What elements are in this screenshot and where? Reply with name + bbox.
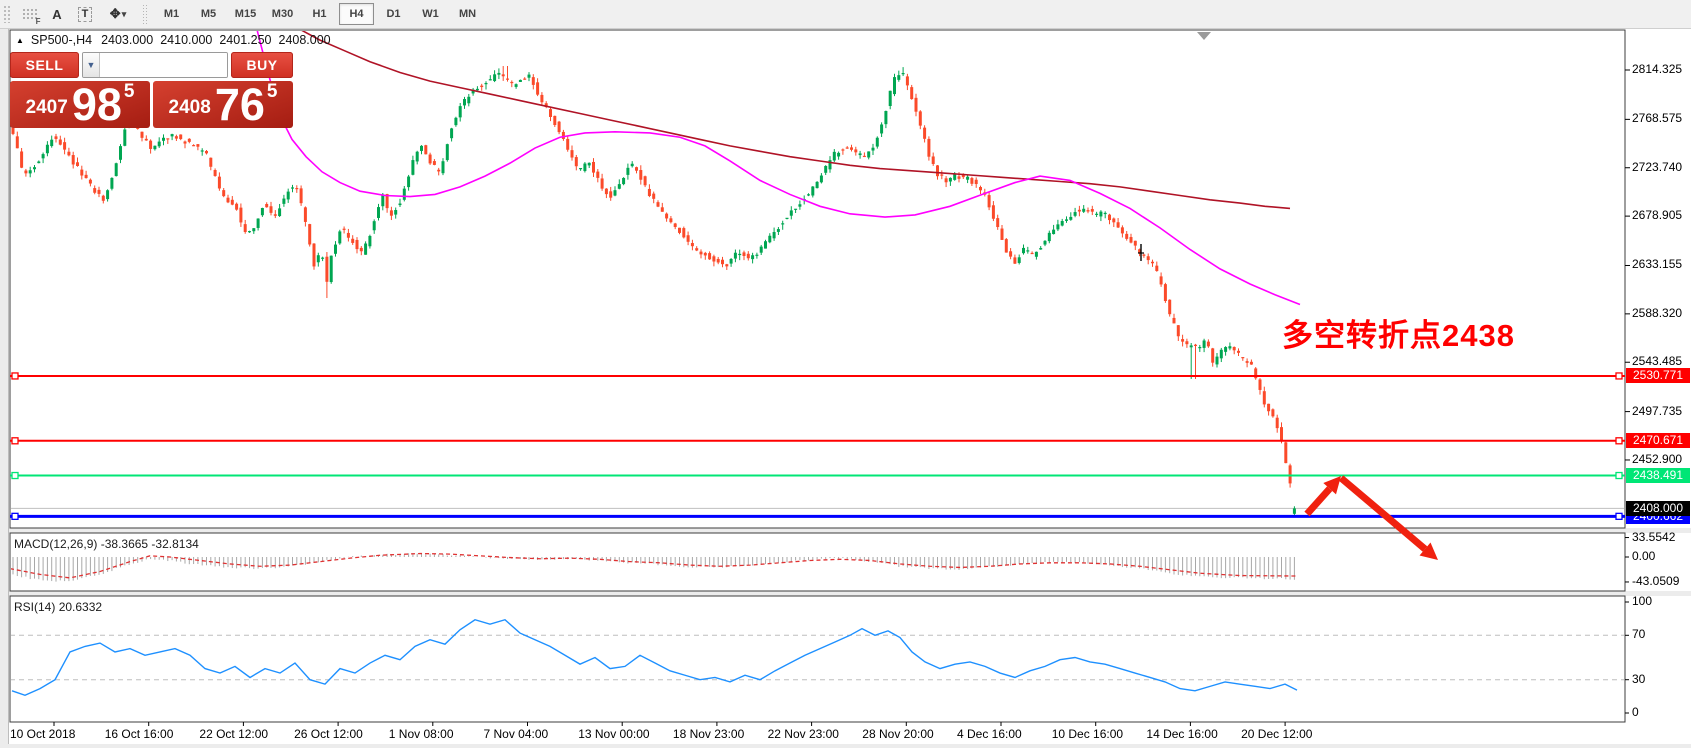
x-axis-label: 10 Dec 16:00: [1052, 727, 1123, 741]
collapse-icon[interactable]: ▲: [16, 36, 24, 45]
x-axis-label: 28 Nov 20:00: [862, 727, 933, 741]
timeframe-group: M1M5M15M30H1H4D1W1MN: [153, 3, 486, 25]
x-axis-label: 22 Oct 12:00: [199, 727, 268, 741]
sell-price-quote[interactable]: 2407 98 5: [10, 81, 150, 128]
sell-price-pips: 98: [72, 85, 122, 125]
y-axis-label: 2768.575: [1632, 111, 1682, 125]
rsi-axis-label: 100: [1632, 594, 1652, 608]
tf-button-H1[interactable]: H1: [302, 3, 337, 25]
text-tool-icon[interactable]: T: [71, 2, 99, 26]
rsi-axis-label: 70: [1632, 627, 1645, 641]
x-axis-label: 4 Dec 16:00: [957, 727, 1022, 741]
letter-a-icon: A: [52, 7, 61, 22]
toolbar-separator: [142, 4, 148, 24]
y-axis-label: 2588.320: [1632, 306, 1682, 320]
rsi-header: RSI(14) 20.6332: [14, 600, 102, 614]
symbol-period-label: SP500-,H4: [31, 33, 92, 47]
rsi-axis-label: 30: [1632, 672, 1645, 686]
x-axis-label: 22 Nov 23:00: [768, 727, 839, 741]
low-value: 2401.250: [219, 33, 271, 47]
macd-axis-label: 33.5542: [1632, 530, 1675, 544]
chart-pane: [10, 533, 1625, 591]
y-axis-label: 2543.485: [1632, 354, 1682, 368]
turning-point-annotation: 多空转折点2438: [1282, 310, 1515, 355]
macd-axis-label: 0.00: [1632, 549, 1655, 563]
macd-label: MACD(12,26,9): [14, 537, 97, 551]
x-axis-label: 10 Oct 2018: [10, 727, 75, 741]
buy-price-quote[interactable]: 2408 76 5: [153, 81, 293, 128]
x-axis-label: 14 Dec 16:00: [1146, 727, 1217, 741]
sell-price-pipette: 5: [124, 81, 135, 103]
high-value: 2410.000: [160, 33, 212, 47]
sell-button[interactable]: SELL: [10, 52, 79, 78]
x-axis-label: 16 Oct 16:00: [105, 727, 174, 741]
buy-button[interactable]: BUY: [231, 52, 293, 78]
letter-a-icon[interactable]: A: [43, 2, 71, 26]
tf-button-M1[interactable]: M1: [154, 3, 189, 25]
volume-decrease-button[interactable]: ▼: [83, 53, 100, 77]
x-axis-label: 18 Nov 23:00: [673, 727, 744, 741]
price-level-badge: 2530.771: [1626, 368, 1690, 383]
close-value: 2408.000: [279, 33, 331, 47]
arrow-tools-icon[interactable]: ✥ ▾: [99, 2, 137, 26]
current-price-badge: 2408.000: [1626, 501, 1690, 516]
window-left-edge: [0, 28, 9, 748]
macd-axis-label: -43.0509: [1632, 574, 1679, 588]
open-value: 2403.000: [101, 33, 153, 47]
x-axis-label: 26 Oct 12:00: [294, 727, 363, 741]
y-axis-label: 2452.900: [1632, 452, 1682, 466]
mt4-terminal: F A T ✥ ▾ M1M5M15M30H1H4D1W1MN ▲ SP500-,…: [0, 0, 1691, 748]
x-axis-label: 20 Dec 12:00: [1241, 727, 1312, 741]
rsi-value: 20.6332: [59, 600, 102, 614]
tf-button-M15[interactable]: M15: [228, 3, 263, 25]
tf-button-D1[interactable]: D1: [376, 3, 411, 25]
tf-button-M30[interactable]: M30: [265, 3, 300, 25]
buy-price-pipette: 5: [267, 81, 278, 103]
price-level-badge: 2470.671: [1626, 433, 1690, 448]
rsi-axis-label: 0: [1632, 705, 1639, 719]
volume-spinner: ▼ ▲: [82, 52, 228, 78]
price-level-badge: 2438.491: [1626, 468, 1690, 483]
chevron-down-icon: ▾: [122, 9, 127, 20]
macd-header: MACD(12,26,9) -38.3665 -32.8134: [14, 537, 199, 551]
y-axis-label: 2814.325: [1632, 62, 1682, 76]
y-axis-label: 2723.740: [1632, 160, 1682, 174]
y-axis-label: 2678.905: [1632, 208, 1682, 222]
buy-price-pips: 76: [215, 85, 265, 125]
y-axis-label: 2633.155: [1632, 257, 1682, 271]
tf-button-H4[interactable]: H4: [339, 3, 374, 25]
x-axis-label: 7 Nov 04:00: [484, 727, 549, 741]
tf-button-M5[interactable]: M5: [191, 3, 226, 25]
macd-values: -38.3665 -32.8134: [101, 537, 199, 551]
arrow-tools-icon: ✥: [110, 6, 121, 22]
x-axis-label: 13 Nov 00:00: [578, 727, 649, 741]
rsi-label: RSI(14): [14, 600, 55, 614]
x-axis-label: 1 Nov 08:00: [389, 727, 454, 741]
toolbar: F A T ✥ ▾ M1M5M15M30H1H4D1W1MN: [0, 0, 1691, 29]
sell-price-integer: 2407: [26, 97, 68, 119]
tf-button-MN[interactable]: MN: [450, 3, 485, 25]
chart-pane: [10, 596, 1625, 722]
grid-f-icon: F: [22, 8, 37, 21]
volume-input[interactable]: [100, 53, 228, 77]
tf-button-W1[interactable]: W1: [413, 3, 448, 25]
chart-title: ▲ SP500-,H4 2403.000 2410.000 2401.250 2…: [16, 33, 331, 47]
window-bottom-edge: [0, 744, 1691, 748]
y-axis-label: 2497.735: [1632, 404, 1682, 418]
one-click-trading-panel: SELL ▼ ▲ BUY 2407 98 5 2408 76 5: [10, 52, 293, 128]
buy-price-integer: 2408: [169, 97, 211, 119]
grid-f-icon[interactable]: F: [15, 2, 43, 26]
toolbar-drag-handle[interactable]: [3, 5, 11, 23]
text-tool-icon: T: [78, 7, 93, 22]
